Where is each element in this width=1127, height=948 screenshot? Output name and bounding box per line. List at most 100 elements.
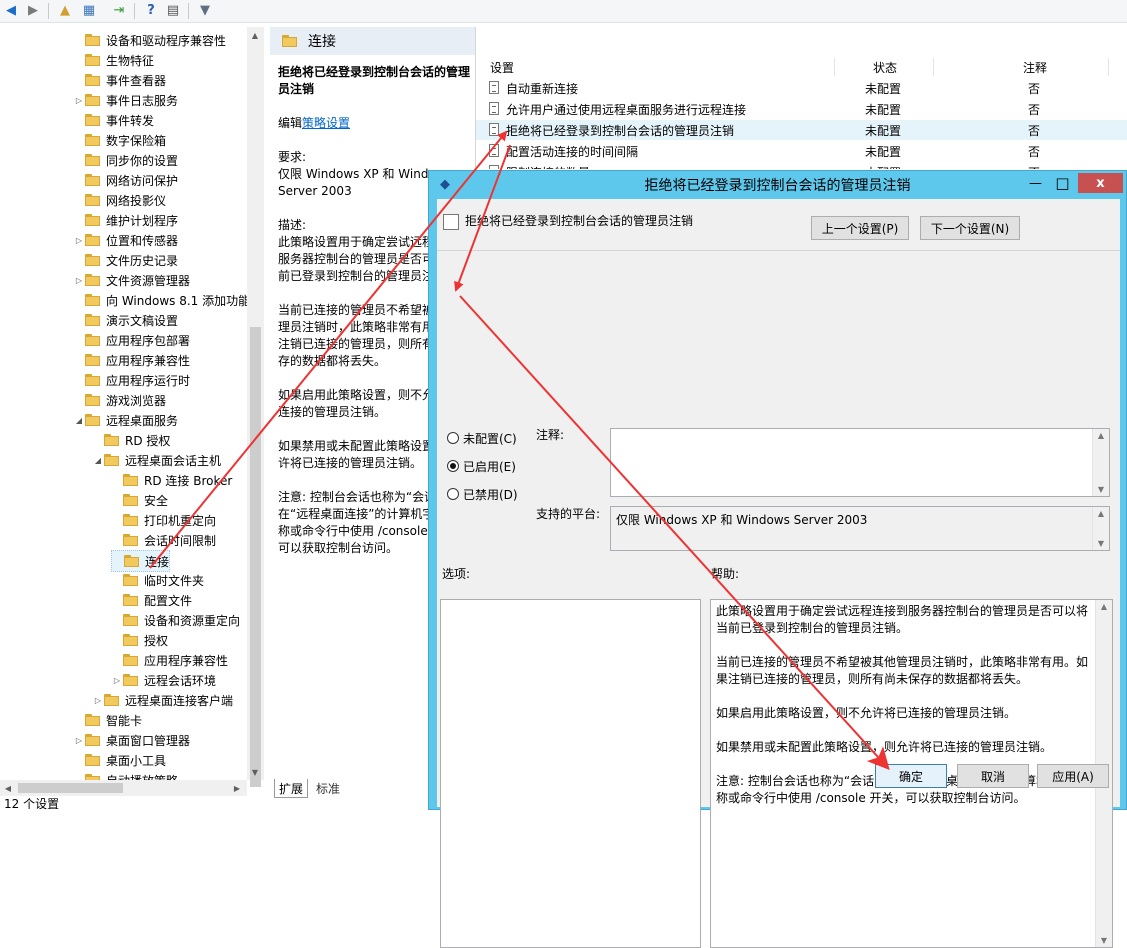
comment-field[interactable]: ▲ ▼	[610, 428, 1110, 497]
filter-icon[interactable]: ▼	[196, 2, 214, 19]
cancel-button[interactable]: 取消	[957, 764, 1029, 788]
supported-scrollbar[interactable]: ▲ ▼	[1092, 507, 1109, 550]
folder-icon	[85, 234, 101, 246]
expander-icon[interactable]: ◢	[73, 416, 85, 425]
scroll-thumb[interactable]	[250, 327, 261, 787]
tree-item[interactable]: 应用程序包部署	[73, 330, 190, 350]
tree-item[interactable]: 同步你的设置	[73, 150, 178, 170]
tree-item[interactable]: 设备和资源重定向	[111, 610, 240, 630]
tree-item[interactable]: 桌面小工具	[73, 750, 166, 770]
tree-item[interactable]: 会话时间限制	[111, 530, 216, 550]
tree-item[interactable]: 安全	[111, 490, 168, 510]
up-folder-icon[interactable]: ▲	[56, 2, 74, 19]
list-row[interactable]: 允许用户通过使用远程桌面服务进行远程连接 未配置 否	[476, 99, 1127, 119]
help-icon[interactable]: ?	[142, 2, 160, 19]
minimize-button[interactable]: —	[1023, 173, 1048, 193]
tree-item[interactable]: ◢ 远程桌面会话主机	[92, 450, 221, 470]
column-header-setting[interactable]: 设置	[490, 57, 514, 77]
apply-button[interactable]: 应用(A)	[1037, 764, 1109, 788]
scroll-right-icon[interactable]: ▶	[229, 780, 245, 796]
tree-item[interactable]: ▷ 远程会话环境	[111, 670, 216, 690]
export-list-icon[interactable]: ⇥	[110, 2, 128, 19]
expander-icon[interactable]: ▷	[111, 676, 123, 685]
setting-state: 未配置	[865, 82, 902, 96]
tree-item[interactable]: 设备和驱动程序兼容性	[73, 30, 226, 50]
folder-icon	[123, 634, 139, 646]
tree-item[interactable]: 演示文稿设置	[73, 310, 178, 330]
tree-item[interactable]: 授权	[111, 630, 168, 650]
tree-item[interactable]: RD 连接 Broker	[111, 470, 232, 490]
expander-icon[interactable]: ▷	[73, 276, 85, 285]
list-row[interactable]: 拒绝将已经登录到控制台会话的管理员注销 未配置 否	[476, 120, 1127, 140]
tree-item[interactable]: ▷ 远程桌面连接客户端	[92, 690, 233, 710]
edit-policy-link[interactable]: 策略设置	[302, 116, 350, 130]
tree-item[interactable]: RD 授权	[92, 430, 170, 450]
tree-item[interactable]: 打印机重定向	[111, 510, 216, 530]
tab-extended[interactable]: 扩展	[274, 779, 309, 798]
next-setting-button[interactable]: 下一个设置(N)	[920, 216, 1020, 240]
expander-icon[interactable]: ▷	[73, 236, 85, 245]
radio-not-configured-label[interactable]: 未配置(C)	[463, 430, 517, 447]
tree-item[interactable]: ▷ 文件资源管理器	[73, 270, 190, 290]
list-row[interactable]: 自动重新连接 未配置 否	[476, 78, 1127, 98]
tree-horizontal-scrollbar[interactable]: ◀ ▶	[0, 780, 247, 796]
expander-icon[interactable]: ▷	[73, 736, 85, 745]
dialog-title-bar[interactable]: ◆ 拒绝将已经登录到控制台会话的管理员注销 — □ x	[429, 171, 1126, 198]
tree-item[interactable]: 文件历史记录	[73, 250, 178, 270]
scroll-thumb[interactable]	[18, 783, 123, 793]
back-arrow-icon[interactable]: ◀	[2, 2, 20, 19]
tree-item[interactable]: 临时文件夹	[111, 570, 204, 590]
list-row[interactable]: 配置活动连接的时间间隔 未配置 否	[476, 141, 1127, 161]
ok-button[interactable]: 确定	[875, 764, 947, 788]
tree-item[interactable]: 智能卡	[73, 710, 142, 730]
tree-item[interactable]: 事件转发	[73, 110, 154, 130]
tab-standard[interactable]: 标准	[312, 779, 344, 797]
tree-item[interactable]: 网络访问保护	[73, 170, 178, 190]
tree-item-label: RD 连接 Broker	[144, 473, 233, 488]
tree-item[interactable]: 应用程序兼容性	[73, 350, 190, 370]
comment-scrollbar[interactable]: ▲ ▼	[1092, 429, 1109, 496]
edit-prefix: 编辑	[278, 116, 303, 130]
folder-icon	[85, 754, 101, 766]
properties-icon[interactable]: ▤	[164, 2, 182, 19]
expander-icon[interactable]: ▷	[73, 96, 85, 105]
close-button[interactable]: x	[1078, 173, 1123, 193]
radio-disabled-label[interactable]: 已禁用(D)	[463, 486, 518, 503]
tree-item[interactable]: 游戏浏览器	[73, 390, 166, 410]
scroll-left-icon[interactable]: ◀	[0, 780, 16, 796]
scroll-up-icon[interactable]: ▲	[247, 27, 263, 43]
policy-setting-icon	[489, 144, 499, 157]
tree-item[interactable]: ▷ 位置和传感器	[73, 230, 178, 250]
tree-item[interactable]: 配置文件	[111, 590, 192, 610]
radio-enabled[interactable]	[447, 460, 459, 472]
radio-disabled[interactable]	[447, 488, 459, 500]
prev-setting-button[interactable]: 上一个设置(P)	[811, 216, 909, 240]
show-hide-tree-icon[interactable]: ▦	[80, 2, 98, 19]
expander-icon[interactable]: ◢	[92, 456, 104, 465]
tree-item[interactable]: 连接	[111, 550, 171, 572]
scroll-down-icon[interactable]: ▼	[247, 764, 263, 780]
tree-item[interactable]: 网络投影仪	[73, 190, 166, 210]
tree-item[interactable]: 数字保险箱	[73, 130, 166, 150]
tree-item-label: 设备和资源重定向	[144, 613, 241, 628]
tree-vertical-scrollbar[interactable]: ▲ ▼	[247, 27, 264, 787]
tree-item[interactable]: 应用程序兼容性	[111, 650, 228, 670]
column-header-comment[interactable]: 注释	[1023, 57, 1047, 77]
tree-item[interactable]: 事件查看器	[73, 70, 166, 90]
forward-arrow-icon[interactable]: ▶	[24, 2, 42, 19]
radio-enabled-label[interactable]: 已启用(E)	[463, 458, 516, 475]
tree-item[interactable]: ▷ 事件日志服务	[73, 90, 178, 110]
tree-item[interactable]: 自动播放策略	[73, 770, 178, 780]
expander-icon[interactable]: ▷	[92, 696, 104, 705]
column-header-state[interactable]: 状态	[873, 57, 897, 77]
tree-item-label: 打印机重定向	[144, 513, 217, 528]
list-row[interactable]: 限制连接的数量 未配置 否	[476, 162, 1127, 169]
tree-item[interactable]: 维护计划程序	[73, 210, 178, 230]
tree-item[interactable]: ◢ 远程桌面服务	[73, 410, 178, 430]
maximize-button[interactable]: □	[1050, 173, 1075, 193]
tree-item[interactable]: 应用程序运行时	[73, 370, 190, 390]
radio-not-configured[interactable]	[447, 432, 459, 444]
tree-item[interactable]: 生物特征	[73, 50, 154, 70]
tree-item[interactable]: ▷ 桌面窗口管理器	[73, 730, 190, 750]
tree-item[interactable]: 向 Windows 8.1 添加功能	[73, 290, 250, 310]
